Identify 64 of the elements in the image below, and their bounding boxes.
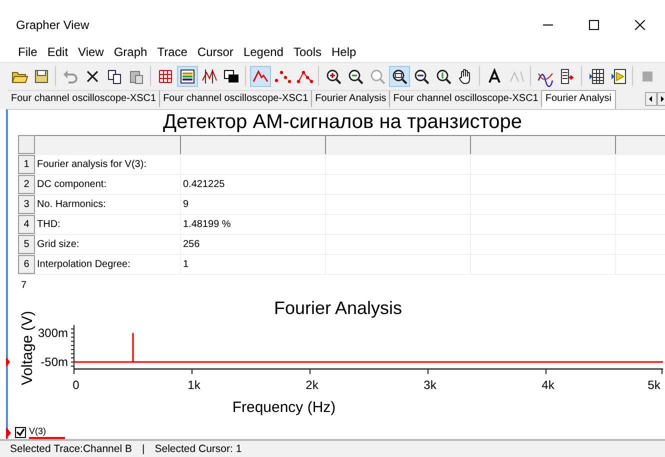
x-tick-label: 2k bbox=[306, 378, 318, 392]
status-text: Selected Cursor: 1 bbox=[154, 443, 242, 455]
status-text: | bbox=[142, 443, 145, 455]
table-cell: THD: bbox=[35, 215, 181, 234]
menu-item[interactable]: Edit bbox=[41, 45, 72, 59]
tab[interactable]: Four channel oscilloscope-XSC1 bbox=[390, 90, 542, 107]
row-number: 6 bbox=[18, 255, 35, 274]
table-cell: No. Harmonics: bbox=[35, 195, 181, 214]
row-number: 1 bbox=[18, 155, 35, 174]
table-cell: 256 bbox=[181, 235, 326, 254]
chart-title: Fourier Analysis bbox=[274, 298, 402, 318]
status-text: Selected Trace:Channel B bbox=[10, 443, 132, 455]
zoom-area-icon[interactable] bbox=[388, 66, 410, 86]
column-header[interactable] bbox=[35, 135, 181, 154]
column-header[interactable] bbox=[471, 135, 616, 154]
y-axis bbox=[70, 324, 74, 370]
row-number: 7 bbox=[20, 280, 27, 291]
close-icon[interactable] bbox=[635, 20, 645, 30]
tab[interactable]: Fourier Analysi bbox=[542, 90, 616, 109]
marker-icon bbox=[6, 426, 12, 438]
checkbox[interactable] bbox=[15, 427, 26, 438]
table-cell: 1.48199 % bbox=[181, 215, 326, 234]
x-tick-label: 1k bbox=[188, 378, 200, 392]
scroll-right-icon[interactable] bbox=[657, 92, 665, 106]
y-tick-label: 300m bbox=[38, 326, 68, 340]
table-cell: DC component: bbox=[35, 175, 181, 194]
menu-item[interactable]: Help bbox=[326, 45, 360, 59]
menu-item[interactable]: Graph bbox=[108, 45, 152, 59]
scroll-left-icon[interactable] bbox=[645, 92, 657, 106]
column-header[interactable] bbox=[326, 135, 471, 154]
menu-item[interactable]: Tools bbox=[287, 45, 326, 59]
table-cell: Fourier analysis for V(3): bbox=[35, 155, 181, 174]
menu-item[interactable]: Trace bbox=[151, 45, 192, 59]
table-cell: 0.421225 bbox=[181, 175, 326, 194]
x-tick-label: 4k bbox=[542, 378, 554, 392]
table-cell: Interpolation Degree: bbox=[35, 255, 181, 274]
line-graph-icon[interactable] bbox=[250, 66, 270, 86]
tab[interactable]: Four channel oscilloscope-XSC1 bbox=[8, 90, 160, 107]
menu-item[interactable]: Cursor bbox=[191, 45, 238, 59]
row-number: 2 bbox=[18, 175, 35, 194]
table-cell: 1 bbox=[181, 255, 326, 274]
trace-marker-icon bbox=[6, 357, 10, 367]
table-cell: 9 bbox=[181, 195, 326, 214]
table-cell: Grid size: bbox=[35, 235, 181, 254]
y-tick-label: -50m bbox=[40, 355, 68, 370]
maximize-icon[interactable] bbox=[589, 20, 599, 30]
x-axis-label: Frequency (Hz) bbox=[232, 399, 336, 416]
column-header[interactable] bbox=[181, 135, 326, 154]
menu-item[interactable]: Legend bbox=[237, 45, 288, 59]
x-tick-label: 3k bbox=[424, 378, 436, 392]
menu-item[interactable]: View bbox=[72, 45, 108, 59]
x-tick-label: 0 bbox=[72, 378, 80, 392]
x-tick-label: 5k bbox=[648, 378, 660, 392]
legend-label: V(3) bbox=[29, 426, 48, 436]
window-title: Grapher View bbox=[16, 18, 90, 32]
page-title: Детектор АМ-сигналов на транзисторе bbox=[162, 110, 524, 135]
y-axis-label: Voltage (V) bbox=[19, 310, 36, 386]
tab[interactable]: Fourier Analysis bbox=[312, 90, 390, 107]
legend-icon[interactable] bbox=[176, 66, 198, 86]
tab[interactable]: Four channel oscilloscope-XSC1 bbox=[160, 90, 312, 107]
row-number: 5 bbox=[18, 235, 35, 254]
row-number: 4 bbox=[18, 215, 35, 234]
menu-item[interactable]: File bbox=[12, 45, 42, 59]
row-number: 3 bbox=[18, 195, 35, 214]
